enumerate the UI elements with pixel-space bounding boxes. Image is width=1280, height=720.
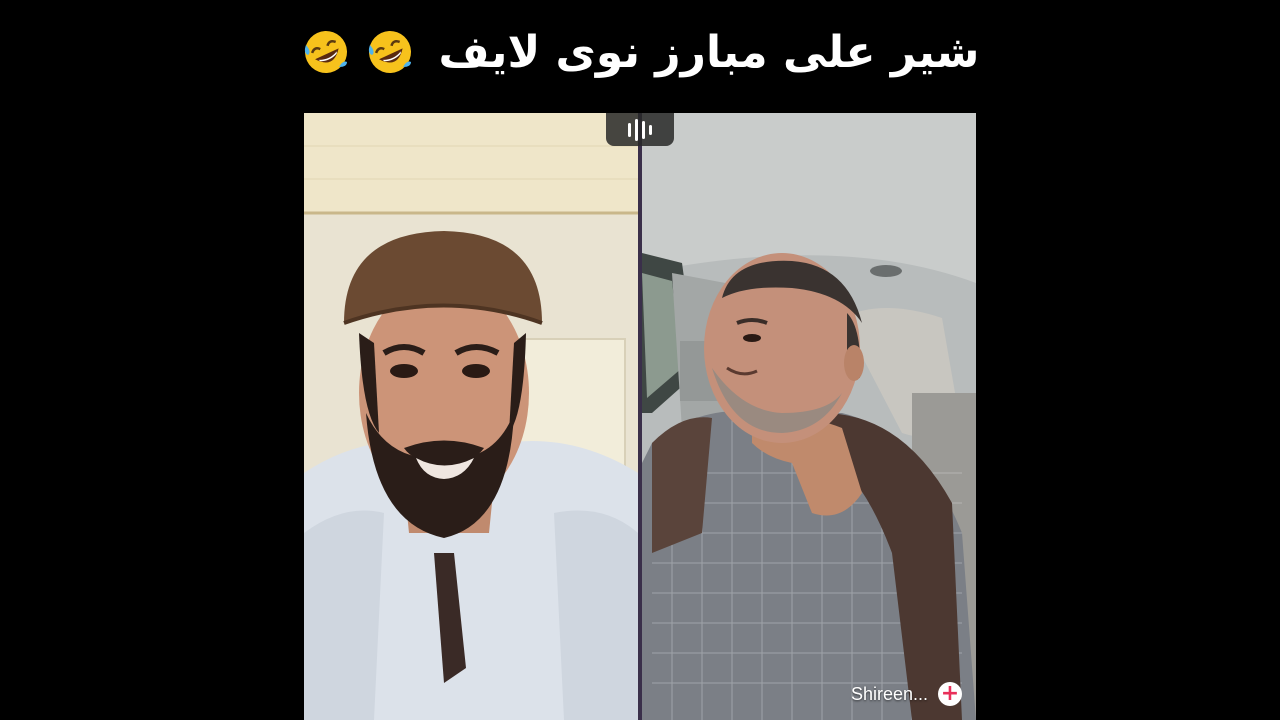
plus-icon: + [940, 681, 960, 706]
guest-name-tag: Shireen... + [851, 682, 962, 706]
video-title: شیر علی مبارز نوی لایف [438, 26, 980, 78]
video-title-row: شیر علی مبارز نوی لایف [0, 22, 1280, 82]
guest-name-label: Shireen... [850, 683, 928, 704]
audio-waveform-icon [628, 118, 652, 141]
rolling-on-floor-laughing-icon [365, 27, 415, 77]
audio-indicator[interactable] [606, 113, 674, 146]
guest-video-frame [642, 113, 976, 720]
guest-video-panel: Shireen... + [642, 113, 976, 720]
rolling-on-floor-laughing-icon [301, 27, 351, 77]
follow-guest-button[interactable]: + [938, 682, 962, 706]
live-duet-stage: Shireen... + [304, 113, 976, 720]
host-video-frame [304, 113, 638, 720]
host-video-panel [304, 113, 638, 720]
